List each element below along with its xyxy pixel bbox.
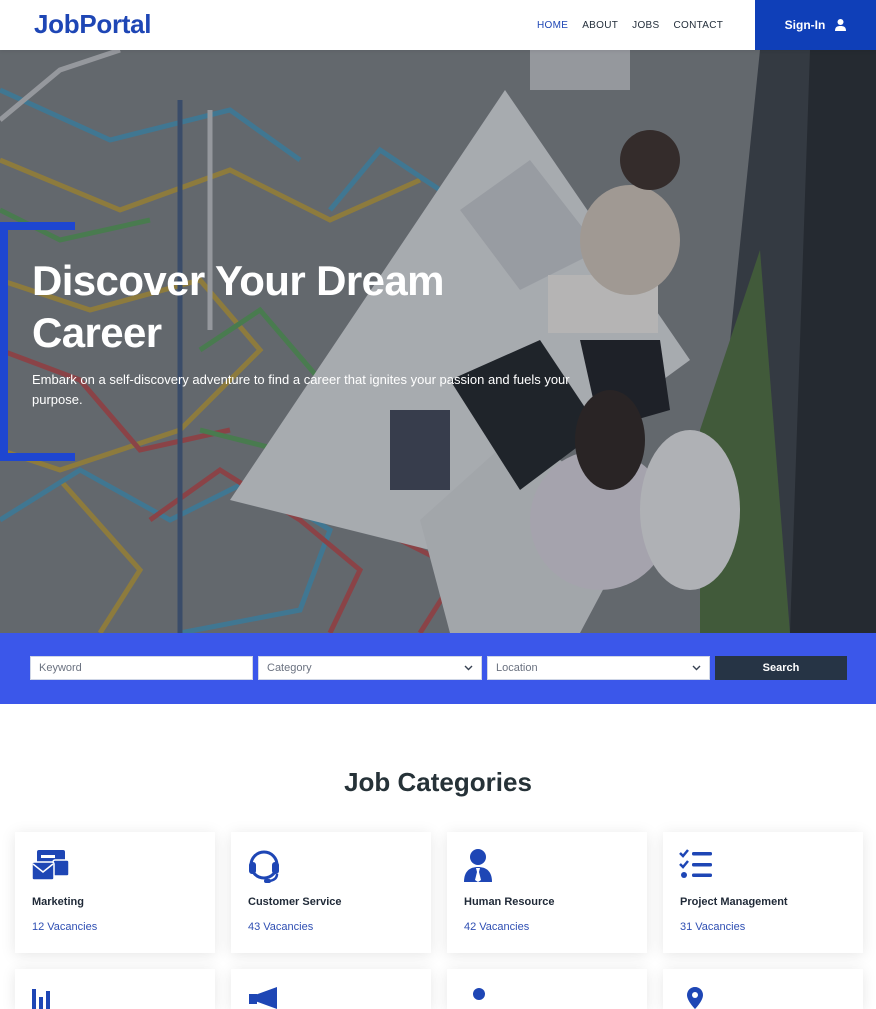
category-card-human-resource[interactable]: Human Resource 42 Vacancies	[447, 832, 647, 953]
category-card-partial[interactable]	[663, 969, 863, 1009]
list-check-icon	[679, 849, 712, 878]
location-select[interactable]: Location	[487, 656, 710, 680]
hero-banner: Discover Your Dream Career Embark on a s…	[0, 50, 876, 633]
brand-logo[interactable]: JobPortal	[34, 9, 152, 40]
category-count: 31 Vacancies	[680, 921, 746, 933]
category-card-project-management[interactable]: Project Management 31 Vacancies	[663, 832, 863, 953]
keyword-placeholder: Keyword	[39, 662, 82, 674]
chevron-down-icon	[692, 665, 701, 671]
category-card-partial[interactable]	[15, 969, 215, 1009]
location-value: Location	[496, 662, 538, 674]
mail-cards-icon	[31, 850, 69, 881]
category-value: Category	[267, 662, 312, 674]
person-icon	[473, 988, 485, 1000]
category-name: Customer Service	[248, 896, 342, 908]
signin-label: Sign-In	[784, 18, 826, 32]
nav-contact[interactable]: CONTACT	[673, 20, 723, 31]
navbar: JobPortal HOME ABOUT JOBS CONTACT Sign-I…	[0, 0, 876, 50]
nav-links: HOME ABOUT JOBS CONTACT	[530, 0, 730, 50]
category-count: 42 Vacancies	[464, 921, 530, 933]
megaphone-icon	[249, 987, 277, 1009]
chart-icon	[32, 989, 50, 1009]
keyword-input[interactable]: Keyword	[30, 656, 253, 680]
search-band: Keyword Category Location Search	[0, 633, 876, 704]
user-tie-icon	[464, 849, 492, 882]
category-card-partial[interactable]	[447, 969, 647, 1009]
headset-icon	[249, 850, 279, 883]
search-button[interactable]: Search	[715, 656, 847, 680]
category-card-marketing[interactable]: Marketing 12 Vacancies	[15, 832, 215, 953]
category-name: Project Management	[680, 896, 788, 908]
hero-title: Discover Your Dream Career	[32, 257, 445, 356]
user-icon	[835, 19, 847, 31]
nav-home[interactable]: HOME	[537, 20, 568, 31]
chevron-down-icon	[464, 665, 473, 671]
category-name: Human Resource	[464, 896, 555, 908]
category-name: Marketing	[32, 896, 84, 908]
nav-jobs[interactable]: JOBS	[632, 20, 659, 31]
map-pin-icon	[687, 987, 703, 1009]
category-select[interactable]: Category	[258, 656, 482, 680]
category-count: 12 Vacancies	[32, 921, 98, 933]
nav-about[interactable]: ABOUT	[582, 20, 618, 31]
hero-subtitle: Embark on a self-discovery adventure to …	[32, 372, 570, 407]
category-count: 43 Vacancies	[248, 921, 314, 933]
category-card-partial[interactable]	[231, 969, 431, 1009]
section-title: Job Categories	[344, 767, 532, 797]
category-card-customer-service[interactable]: Customer Service 43 Vacancies	[231, 832, 431, 953]
signin-button[interactable]: Sign-In	[755, 0, 876, 50]
